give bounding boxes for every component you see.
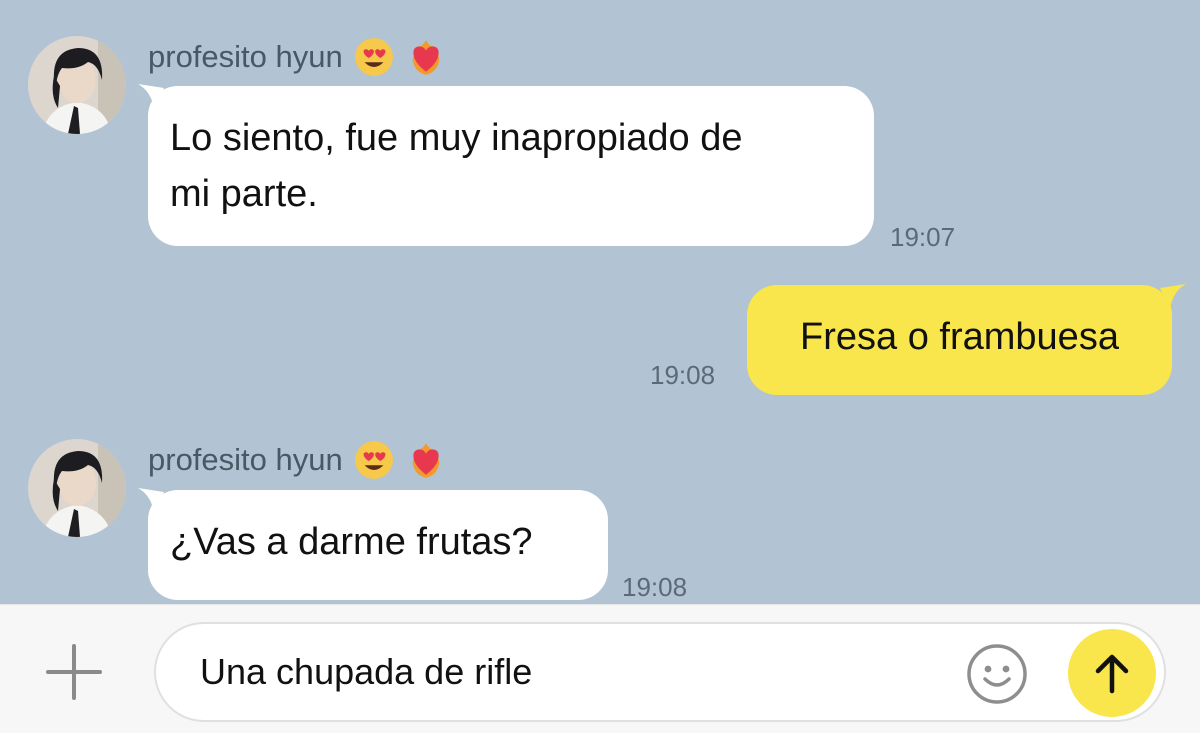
chat-area: profesito hyun Lo siento, fue muy inapro… <box>0 0 1200 604</box>
sender-name: profesito hyun <box>148 442 343 477</box>
heart-on-fire-emoji-icon <box>412 443 440 478</box>
send-button[interactable] <box>1068 629 1156 717</box>
message-input[interactable]: Una chupada de rifle <box>154 622 1166 722</box>
message-timestamp: 19:08 <box>650 360 716 390</box>
message-text-line: Lo siento, fue muy inapropiado de <box>170 117 743 159</box>
smiley-icon[interactable] <box>966 643 1028 705</box>
message-timestamp: 19:07 <box>890 222 956 252</box>
sender-avatar[interactable] <box>28 36 126 134</box>
outgoing-message-bubble[interactable]: Fresa o frambuesa <box>747 285 1172 395</box>
message-text: ¿Vas a darme frutas? <box>170 521 533 563</box>
arrow-up-icon <box>1095 654 1129 694</box>
bubble-tail <box>1160 284 1186 310</box>
incoming-message-bubble[interactable]: Lo siento, fue muy inapropiado de mi par… <box>148 86 874 246</box>
plus-icon[interactable] <box>44 642 104 702</box>
message-input-value: Una chupada de rifle <box>200 651 533 692</box>
heart-on-fire-emoji-icon <box>412 40 440 75</box>
sender-name: profesito hyun <box>148 39 343 74</box>
sender-avatar[interactable] <box>28 439 126 537</box>
sender-name-row: profesito hyun <box>148 36 447 78</box>
message-text-line: mi parte. <box>170 173 318 215</box>
heart-eyes-emoji-icon <box>354 38 393 76</box>
message-composer: Una chupada de rifle <box>0 604 1200 733</box>
message-timestamp: 19:08 <box>622 572 688 602</box>
heart-eyes-emoji-icon <box>354 441 393 479</box>
incoming-message-bubble[interactable]: ¿Vas a darme frutas? <box>148 490 608 600</box>
message-text: Fresa o frambuesa <box>800 316 1119 358</box>
sender-name-row: profesito hyun <box>148 439 447 481</box>
